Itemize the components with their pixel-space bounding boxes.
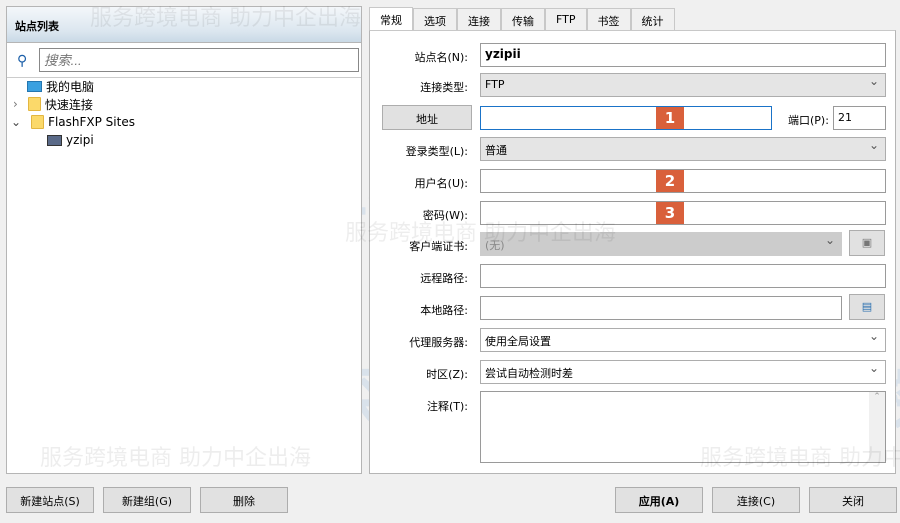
username-label: 用户名(U): (414, 177, 468, 190)
annotation-badge: 3 (656, 202, 684, 224)
new-site-button[interactable]: 新建站点(S) (6, 487, 94, 513)
tree-item-flashfxp-sites[interactable]: ⌄ FlashFXP Sites (11, 113, 135, 131)
chevron-down-icon[interactable]: ⌄ (11, 115, 21, 129)
tree-item-my-computer[interactable]: 我的电脑 (27, 77, 94, 95)
tree-label: 我的电脑 (46, 79, 95, 94)
notes-textarea[interactable] (480, 391, 886, 463)
proxy-select[interactable]: 使用全局设置 (480, 328, 886, 352)
timezone-label: 时区(Z): (426, 368, 468, 381)
proxy-label: 代理服务器: (409, 336, 468, 349)
password-label: 密码(W): (422, 209, 468, 222)
address-button[interactable]: 地址 (382, 105, 472, 130)
tree-item-quick-connect[interactable]: › 快速连接 (13, 95, 93, 113)
site-list-title: 站点列表 (7, 7, 361, 43)
notes-label: 注释(T): (426, 400, 468, 413)
tab-statistics[interactable]: 统计 (630, 8, 675, 31)
tab-connection[interactable]: 连接 (457, 8, 501, 31)
port-input[interactable]: 21 (833, 106, 886, 130)
conn-type-select[interactable]: FTP (480, 73, 886, 97)
login-type-select[interactable]: 普通 (480, 137, 886, 161)
browse-folder-button[interactable]: ▤ (849, 294, 885, 320)
tab-bookmarks[interactable]: 书签 (586, 8, 631, 31)
local-path-label: 本地路径: (420, 304, 468, 317)
tree-label: FlashFXP Sites (48, 115, 135, 129)
cert-label: 客户端证书: (409, 240, 468, 253)
apply-button[interactable]: 应用(A) (615, 487, 703, 513)
new-group-button[interactable]: 新建组(G) (103, 487, 191, 513)
tab-bar: 常规 选项 连接 传输 FTP 书签 统计 (369, 7, 675, 31)
site-name-input[interactable]: yzipii (480, 43, 886, 67)
remote-path-label: 远程路径: (420, 272, 468, 285)
tree-label: yzipi (66, 133, 94, 147)
port-label: 端口(P): (788, 114, 829, 127)
local-path-input[interactable] (480, 296, 842, 320)
chevron-right-icon[interactable]: › (13, 97, 18, 111)
computer-icon (27, 80, 42, 92)
server-icon (47, 134, 62, 146)
folder-icon: ▤ (861, 300, 873, 313)
close-button[interactable]: 关闭 (809, 487, 897, 513)
certificate-icon: ▣ (849, 230, 885, 256)
remote-path-input[interactable] (480, 264, 886, 288)
conn-type-label: 连接类型: (420, 81, 468, 94)
folder-icon (31, 115, 45, 129)
delete-button[interactable]: 删除 (200, 487, 288, 513)
timezone-select[interactable]: 尝试自动检测时差 (480, 360, 886, 384)
tree-item-yzipi[interactable]: yzipi (47, 131, 94, 149)
search-icon[interactable]: ⚲ (17, 53, 27, 69)
tab-transfer[interactable]: 传输 (501, 8, 545, 31)
address-input[interactable] (480, 106, 772, 130)
folder-icon (27, 97, 41, 111)
notes-scrollbar[interactable]: ⌃ (869, 392, 885, 462)
login-type-label: 登录类型(L): (405, 145, 468, 158)
search-input[interactable] (39, 48, 359, 72)
annotation-badge: 1 (656, 107, 684, 129)
tab-ftp[interactable]: FTP (545, 8, 587, 31)
annotation-badge: 2 (656, 170, 684, 192)
site-name-label: 站点名(N): (414, 51, 468, 64)
site-properties-panel: 站点名(N): yzipii 连接类型: FTP 地址 1 端口(P): 21 … (369, 30, 896, 474)
connect-button[interactable]: 连接(C) (712, 487, 800, 513)
tab-general[interactable]: 常规 (369, 7, 413, 31)
tree-label: 快速连接 (44, 97, 93, 112)
tab-options[interactable]: 选项 (413, 8, 457, 31)
site-list-panel: 站点列表 ⚲ 我的电脑 › 快速连接 ⌄ FlashFXP Sites yzipi (6, 6, 362, 474)
cert-select: (无) (480, 232, 842, 256)
